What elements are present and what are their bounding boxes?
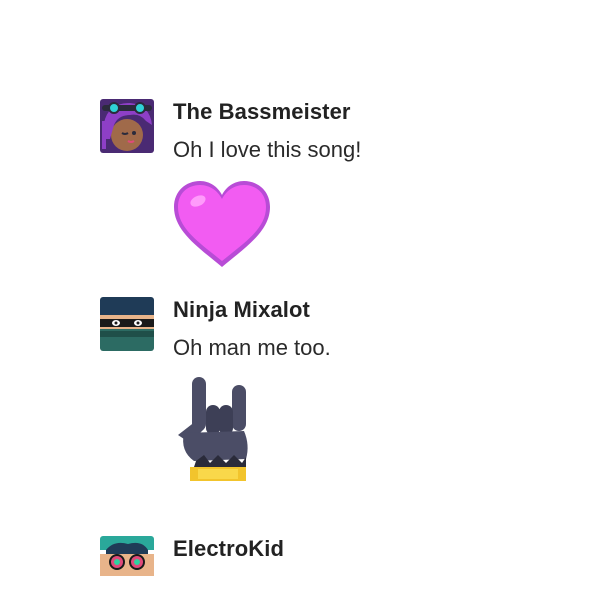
ninja-avatar-icon[interactable] <box>100 297 154 351</box>
message-author: Ninja Mixalot <box>173 297 310 322</box>
message-text: Oh man me too. <box>173 335 331 360</box>
message-text: Oh I love this song! <box>173 137 362 162</box>
electrokid-avatar-icon[interactable] <box>100 536 154 590</box>
heart-sticker-icon <box>172 179 272 274</box>
message-item: ElectroKid <box>100 536 580 590</box>
bassmeister-avatar-icon[interactable] <box>100 99 154 153</box>
message-item: The Bassmeister Oh I love this song! <box>100 99 580 274</box>
message-author: ElectroKid <box>173 536 285 561</box>
message-author: The Bassmeister <box>173 99 351 124</box>
message-item: Ninja Mixalot Oh man me too. <box>100 297 580 492</box>
rock-hand-sticker-icon <box>174 375 256 492</box>
